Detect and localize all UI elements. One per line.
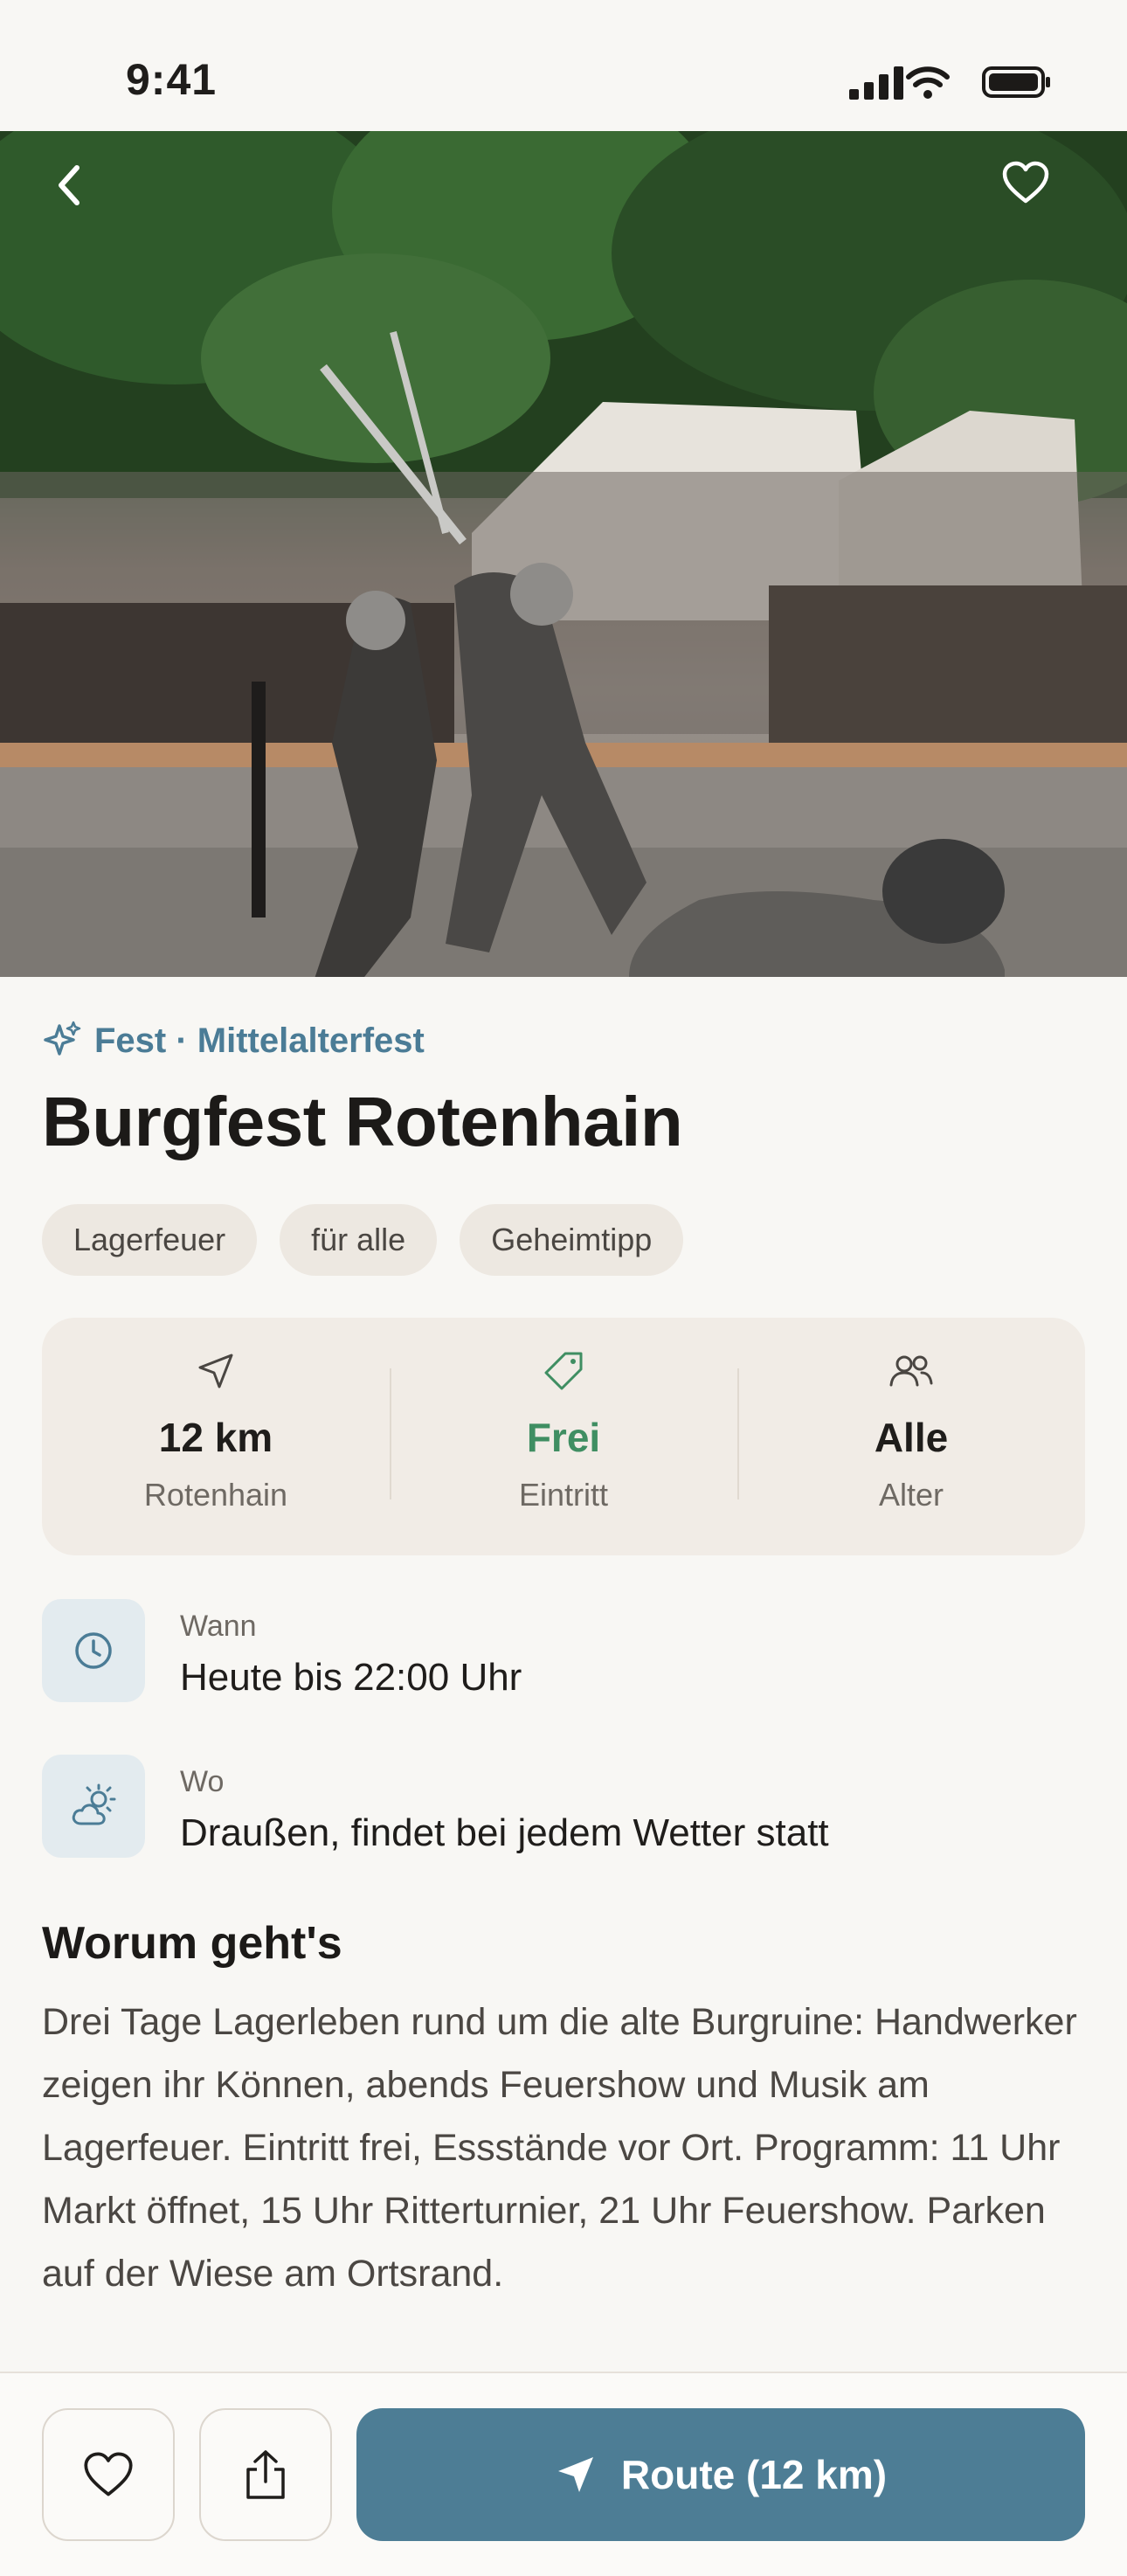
hero-image <box>0 131 1127 977</box>
info-label: Wo <box>180 1765 225 1798</box>
stat-entry: Frei Eintritt <box>390 1318 737 1555</box>
category-label: Fest · Mittelalterfest <box>94 1021 425 1060</box>
battery-icon <box>982 66 1050 98</box>
navigation-arrow-icon <box>557 2457 593 2492</box>
like-button[interactable] <box>42 2408 175 2541</box>
stat-value: Alle <box>874 1415 949 1460</box>
tag-chip[interactable]: Lagerfeuer <box>42 1204 258 1276</box>
signal-icon <box>849 66 903 100</box>
stats-card: 12 km Rotenhain Frei Eintritt Alle Alter <box>42 1318 1085 1555</box>
info-label: Wann <box>180 1610 257 1643</box>
heart-icon <box>1002 161 1049 204</box>
stat-label: Rotenhain <box>143 1477 288 1513</box>
info-icon-box <box>42 1755 145 1858</box>
stat-label: Alter <box>878 1477 944 1513</box>
heart-icon <box>84 2452 133 2496</box>
tag-chip[interactable]: Geheimtipp <box>460 1204 684 1276</box>
stat-value: 12 km <box>158 1415 273 1460</box>
share-icon <box>246 2450 285 2499</box>
back-button[interactable] <box>52 161 128 236</box>
about-text: Drei Tage Lagerleben rund um die alte Bu… <box>42 2001 1077 2295</box>
info-where: Wo Draußen, findet bei jedem Wetter stat… <box>42 1755 829 1858</box>
event-title: Burgfest Rotenhain <box>42 1083 683 1160</box>
navigation-arrow-icon <box>198 1354 233 1388</box>
info-value: Heute bis 22:00 Uhr <box>180 1656 522 1699</box>
route-button-label: Route (12 km) <box>620 2452 888 2497</box>
info-value: Draußen, findet bei jedem Wetter statt <box>180 1811 829 1854</box>
tag-list: Lagerfeuer für alle Geheimtipp <box>42 1204 684 1276</box>
cloud-sun-icon <box>72 1783 116 1825</box>
status-time: 9:41 <box>126 55 218 104</box>
info-when: Wann Heute bis 22:00 Uhr <box>42 1599 522 1702</box>
wifi-icon <box>906 66 950 99</box>
people-icon <box>889 1355 933 1387</box>
sparkles-icon <box>44 1021 81 1056</box>
knights-photo <box>0 131 1127 977</box>
stat-distance: 12 km Rotenhain <box>42 1318 390 1555</box>
info-icon-box <box>42 1599 145 1702</box>
clock-icon <box>75 1632 112 1669</box>
status-bar: 9:41 <box>0 0 1127 131</box>
favorite-button-top[interactable] <box>1001 161 1076 236</box>
about-title: Worum geht's <box>42 1918 342 1969</box>
price-tag-icon <box>544 1352 583 1390</box>
tag-chip[interactable]: für alle <box>280 1204 438 1276</box>
event-category: Fest · Mittelalterfest <box>42 1021 425 1061</box>
route-button[interactable]: Route (12 km) <box>356 2408 1085 2541</box>
stat-value: Frei <box>526 1415 601 1460</box>
stat-age: Alle Alter <box>737 1318 1085 1555</box>
share-button[interactable] <box>199 2408 332 2541</box>
stat-label: Eintritt <box>518 1477 609 1513</box>
bottom-action-bar: Route (12 km) <box>0 2372 1127 2576</box>
status-icons <box>849 65 1052 100</box>
chevron-left-icon <box>59 165 80 205</box>
